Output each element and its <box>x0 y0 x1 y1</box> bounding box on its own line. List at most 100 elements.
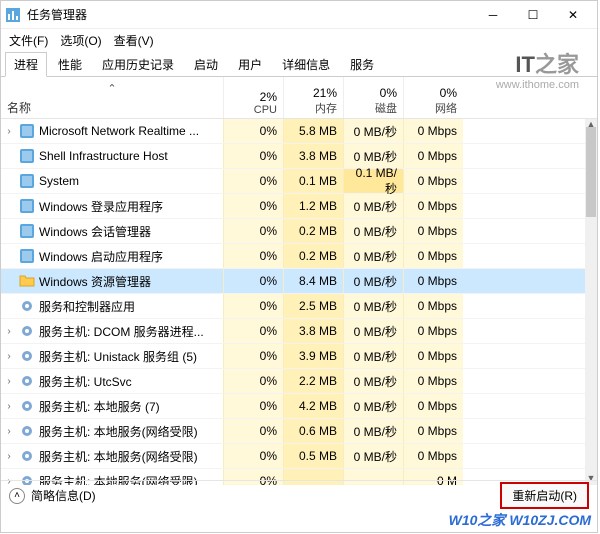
column-header-cpu[interactable]: 2% CPU <box>223 77 283 118</box>
column-header-name[interactable]: ⌃ 名称 <box>1 77 223 118</box>
disk-cell: 0 MB/秒 <box>343 194 403 218</box>
column-header-memory[interactable]: 21% 内存 <box>283 77 343 118</box>
expand-icon[interactable]: › <box>3 326 15 337</box>
column-header-disk[interactable]: 0% 磁盘 <box>343 77 403 118</box>
process-name: System <box>39 174 79 188</box>
memory-cell: 3.8 MB <box>283 144 343 168</box>
process-row[interactable]: Windows 资源管理器0%8.4 MB0 MB/秒0 Mbps <box>1 269 585 294</box>
tab-details[interactable]: 详细信息 <box>273 52 339 76</box>
process-row[interactable]: ›服务主机: Unistack 服务组 (5)0%3.9 MB0 MB/秒0 M… <box>1 344 585 369</box>
cpu-cell: 0% <box>223 194 283 218</box>
expand-icon[interactable]: › <box>3 126 15 137</box>
memory-cell: 0.1 MB <box>283 169 343 193</box>
network-cell: 0 Mbps <box>403 369 463 393</box>
tab-startup[interactable]: 启动 <box>185 52 227 76</box>
minimize-button[interactable]: ─ <box>473 1 513 29</box>
process-name: 服务和控制器应用 <box>39 298 135 315</box>
net-percent: 0% <box>404 86 457 100</box>
process-row[interactable]: ›服务主机: UtcSvc0%2.2 MB0 MB/秒0 Mbps <box>1 369 585 394</box>
maximize-button[interactable]: ☐ <box>513 1 553 29</box>
expand-icon[interactable]: › <box>3 401 15 412</box>
network-cell: 0 Mbps <box>403 394 463 418</box>
disk-cell: 0 MB/秒 <box>343 294 403 318</box>
process-icon <box>19 223 35 239</box>
process-row[interactable]: Windows 启动应用程序0%0.2 MB0 MB/秒0 Mbps <box>1 244 585 269</box>
tab-app-history[interactable]: 应用历史记录 <box>93 52 183 76</box>
app-icon <box>5 7 21 23</box>
cpu-cell: 0% <box>223 144 283 168</box>
window-title: 任务管理器 <box>27 6 473 23</box>
bottom-watermark: W10之家 W10ZJ.COM <box>449 510 591 530</box>
process-row[interactable]: Shell Infrastructure Host0%3.8 MB0 MB/秒0… <box>1 144 585 169</box>
memory-cell: 1.2 MB <box>283 194 343 218</box>
tab-services[interactable]: 服务 <box>341 52 383 76</box>
menubar: 文件(F) 选项(O) 查看(V) <box>1 29 597 51</box>
process-row[interactable]: System0%0.1 MB0.1 MB/秒0 Mbps <box>1 169 585 194</box>
memory-cell: 3.8 MB <box>283 319 343 343</box>
memory-cell: 4.2 MB <box>283 394 343 418</box>
process-name: 服务主机: 本地服务(网络受限) <box>39 423 198 440</box>
network-cell: 0 Mbps <box>403 244 463 268</box>
process-row[interactable]: Windows 登录应用程序 0%1.2 MB0 MB/秒0 Mbps <box>1 194 585 219</box>
memory-cell: 0.2 MB <box>283 244 343 268</box>
cpu-cell: 0% <box>223 294 283 318</box>
network-cell: 0 Mbps <box>403 144 463 168</box>
close-button[interactable]: ✕ <box>553 1 593 29</box>
process-row[interactable]: ›服务主机: 本地服务(网络受限)0%0.5 MB0 MB/秒0 Mbps <box>1 444 585 469</box>
process-list: ›Microsoft Network Realtime ...0%5.8 MB0… <box>1 119 597 485</box>
disk-cell: 0 MB/秒 <box>343 319 403 343</box>
disk-cell: 0.1 MB/秒 <box>343 169 403 193</box>
process-icon <box>19 423 35 439</box>
disk-cell: 0 MB/秒 <box>343 419 403 443</box>
process-name: 服务主机: 本地服务(网络受限) <box>39 448 198 465</box>
network-cell: 0 Mbps <box>403 194 463 218</box>
vertical-scrollbar[interactable]: ▲ ▼ <box>585 119 597 485</box>
expand-icon[interactable]: › <box>3 426 15 437</box>
fewer-details-icon[interactable]: ˄ <box>9 488 25 504</box>
network-cell: 0 Mbps <box>403 319 463 343</box>
disk-cell: 0 MB/秒 <box>343 269 403 293</box>
tab-processes[interactable]: 进程 <box>5 52 47 77</box>
scrollbar-thumb[interactable] <box>586 127 596 217</box>
process-row[interactable]: ›服务主机: 本地服务 (7)0%4.2 MB0 MB/秒0 Mbps <box>1 394 585 419</box>
menu-options[interactable]: 选项(O) <box>60 32 101 49</box>
cpu-cell: 0% <box>223 394 283 418</box>
cpu-cell: 0% <box>223 119 283 143</box>
process-icon <box>19 248 35 264</box>
process-icon <box>19 323 35 339</box>
process-row[interactable]: Windows 会话管理器0%0.2 MB0 MB/秒0 Mbps <box>1 219 585 244</box>
process-icon <box>19 173 35 189</box>
process-row[interactable]: 服务和控制器应用0%2.5 MB0 MB/秒0 Mbps <box>1 294 585 319</box>
expand-icon[interactable]: › <box>3 376 15 387</box>
memory-cell: 3.9 MB <box>283 344 343 368</box>
cpu-cell: 0% <box>223 219 283 243</box>
cpu-cell: 0% <box>223 419 283 443</box>
process-icon <box>19 373 35 389</box>
mem-percent: 21% <box>284 86 337 100</box>
memory-cell: 5.8 MB <box>283 119 343 143</box>
process-name: 服务主机: DCOM 服务器进程... <box>39 323 204 340</box>
process-row[interactable]: ›Microsoft Network Realtime ...0%5.8 MB0… <box>1 119 585 144</box>
process-name: Shell Infrastructure Host <box>39 149 168 163</box>
network-cell: 0 Mbps <box>403 119 463 143</box>
fewer-details-label[interactable]: 简略信息(D) <box>31 487 96 504</box>
process-icon <box>19 123 35 139</box>
expand-icon[interactable]: › <box>3 451 15 462</box>
menu-view[interactable]: 查看(V) <box>114 32 154 49</box>
expand-icon[interactable]: › <box>3 351 15 362</box>
tab-users[interactable]: 用户 <box>229 52 271 76</box>
cpu-percent: 2% <box>224 90 277 104</box>
process-row[interactable]: ›服务主机: 本地服务(网络受限)0%0.6 MB0 MB/秒0 Mbps <box>1 419 585 444</box>
tab-performance[interactable]: 性能 <box>49 52 91 76</box>
cpu-cell: 0% <box>223 319 283 343</box>
process-row[interactable]: › 服务主机: DCOM 服务器进程... 0%3.8 MB0 MB/秒0 Mbps <box>1 319 585 344</box>
process-name: Windows 登录应用程序 <box>39 198 163 215</box>
disk-cell: 0 MB/秒 <box>343 219 403 243</box>
restart-button[interactable]: 重新启动(R) <box>500 482 589 509</box>
process-icon <box>19 198 35 214</box>
column-header-network[interactable]: 0% 网络 <box>403 77 463 118</box>
process-name: Windows 资源管理器 <box>39 273 151 290</box>
footer: ˄ 简略信息(D) 重新启动(R) <box>1 480 597 510</box>
process-name: 服务主机: Unistack 服务组 (5) <box>39 348 197 365</box>
menu-file[interactable]: 文件(F) <box>9 32 48 49</box>
